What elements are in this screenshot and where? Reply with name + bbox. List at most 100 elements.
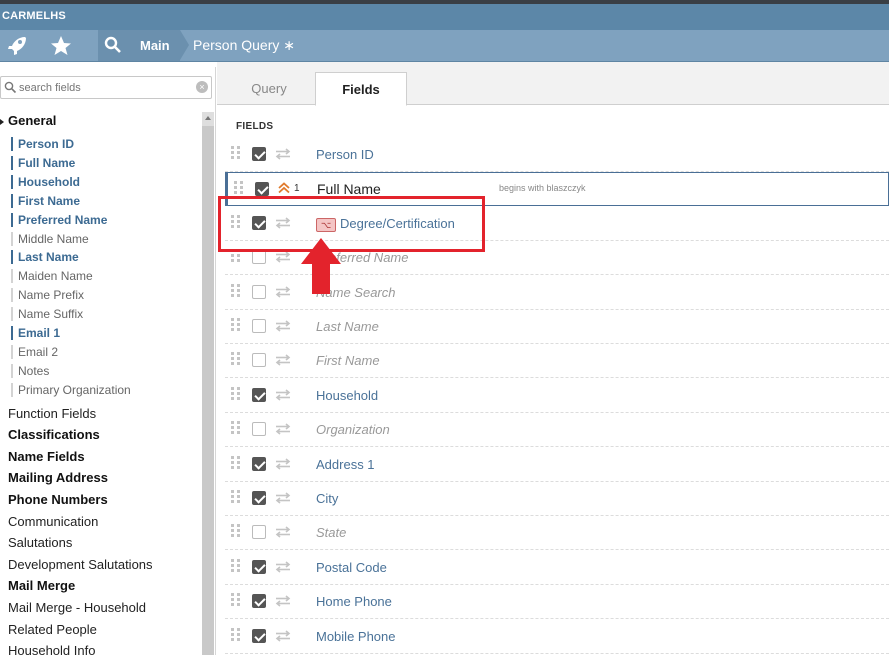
- field-label[interactable]: City: [316, 491, 338, 506]
- sidebar-group[interactable]: Function Fields: [8, 406, 96, 421]
- sort-toggle-icon[interactable]: [275, 285, 291, 298]
- field-checkbox[interactable]: [252, 456, 266, 471]
- field-row[interactable]: Address 1: [225, 448, 889, 482]
- sidebar-group[interactable]: Household Info: [8, 643, 95, 655]
- breadcrumb-main[interactable]: Main: [128, 30, 180, 61]
- star-icon[interactable]: [49, 34, 73, 58]
- sidebar-group[interactable]: Salutations: [8, 535, 72, 550]
- scroll-up-icon[interactable]: [205, 116, 211, 120]
- field-criteria[interactable]: begins with blaszczyk: [499, 183, 586, 193]
- sort-toggle-icon[interactable]: [275, 148, 291, 160]
- tab-query[interactable]: Query: [223, 72, 315, 105]
- sidebar-group[interactable]: Related People: [8, 622, 97, 637]
- drag-handle-icon[interactable]: [231, 318, 241, 332]
- field-label[interactable]: Address 1: [316, 457, 375, 472]
- sort-ascending-icon[interactable]: [278, 182, 290, 194]
- sidebar-group[interactable]: Mail Merge - Household: [8, 600, 146, 615]
- field-checkbox[interactable]: [252, 387, 266, 402]
- tab-fields[interactable]: Fields: [315, 72, 407, 106]
- sidebar-scrollbar[interactable]: [202, 112, 214, 655]
- field-row[interactable]: Last Name: [225, 310, 889, 344]
- sidebar-field-item[interactable]: Middle Name: [11, 231, 89, 246]
- sidebar-field-item[interactable]: Full Name: [11, 155, 75, 170]
- sidebar-field-item[interactable]: Name Suffix: [11, 307, 83, 322]
- field-checkbox[interactable]: [255, 182, 269, 197]
- drag-handle-icon[interactable]: [231, 490, 241, 504]
- field-checkbox[interactable]: [252, 525, 266, 540]
- field-row[interactable]: Home Phone: [225, 585, 889, 620]
- field-checkbox[interactable]: [252, 422, 266, 437]
- field-label[interactable]: Postal Code: [316, 560, 387, 575]
- field-row[interactable]: Person ID: [225, 138, 889, 172]
- sidebar-group[interactable]: Phone Numbers: [8, 492, 108, 507]
- drag-handle-icon[interactable]: [231, 386, 241, 401]
- field-checkbox[interactable]: [252, 250, 266, 265]
- field-checkbox[interactable]: [252, 628, 266, 643]
- group-general[interactable]: General: [8, 113, 56, 128]
- sidebar-field-item[interactable]: Name Prefix: [11, 288, 84, 303]
- sort-toggle-icon[interactable]: [275, 354, 291, 367]
- sidebar-field-item[interactable]: Notes: [11, 363, 49, 378]
- sidebar-field-item[interactable]: Household: [11, 174, 80, 189]
- sort-toggle-icon[interactable]: [275, 320, 291, 332]
- sort-toggle-icon[interactable]: [275, 457, 291, 470]
- field-label[interactable]: Last Name: [316, 319, 379, 334]
- field-label[interactable]: Household: [316, 388, 378, 403]
- sort-toggle-icon[interactable]: [275, 561, 291, 573]
- drag-handle-icon[interactable]: [231, 524, 241, 538]
- field-label[interactable]: Full Name: [317, 181, 381, 197]
- field-row[interactable]: Mobile Phone: [225, 620, 889, 654]
- field-checkbox[interactable]: [252, 319, 266, 333]
- search-button[interactable]: [98, 30, 128, 61]
- search-fields-box[interactable]: ×: [0, 76, 212, 99]
- sort-toggle-icon[interactable]: [275, 629, 291, 642]
- field-row[interactable]: Household: [225, 379, 889, 413]
- drag-handle-icon[interactable]: [231, 146, 241, 160]
- drag-handle-icon[interactable]: [234, 181, 244, 195]
- sidebar-field-item[interactable]: Last Name: [11, 250, 79, 265]
- sidebar-group[interactable]: Communication: [8, 514, 98, 529]
- field-checkbox[interactable]: [252, 353, 266, 368]
- sidebar-field-item[interactable]: Person ID: [11, 137, 74, 151]
- sidebar-field-item[interactable]: Email 1: [11, 326, 60, 340]
- field-row[interactable]: City: [225, 482, 889, 516]
- field-label[interactable]: Mobile Phone: [316, 629, 396, 644]
- sidebar-group[interactable]: Development Salutations: [8, 557, 153, 572]
- sidebar-field-item[interactable]: Preferred Name: [11, 212, 107, 227]
- field-checkbox[interactable]: [252, 559, 266, 574]
- sidebar-field-item[interactable]: First Name: [11, 193, 80, 208]
- field-row[interactable]: Organization: [225, 413, 889, 448]
- field-label[interactable]: First Name: [316, 353, 380, 368]
- sidebar-field-item[interactable]: Email 2: [11, 344, 58, 359]
- drag-handle-icon[interactable]: [231, 352, 241, 366]
- sidebar-group[interactable]: Mailing Address: [8, 470, 108, 485]
- sort-toggle-icon[interactable]: [275, 389, 291, 401]
- sort-toggle-icon[interactable]: [275, 526, 291, 539]
- drag-handle-icon[interactable]: [231, 283, 241, 298]
- sidebar-group[interactable]: Mail Merge: [8, 578, 75, 593]
- sort-toggle-icon[interactable]: [275, 595, 291, 607]
- rocket-icon[interactable]: [5, 34, 29, 58]
- field-checkbox[interactable]: [252, 147, 266, 161]
- drag-handle-icon[interactable]: [231, 627, 241, 642]
- field-row[interactable]: State: [225, 516, 889, 551]
- scrollbar-thumb[interactable]: [202, 126, 214, 655]
- field-checkbox[interactable]: [252, 594, 266, 609]
- clear-icon[interactable]: ×: [196, 81, 208, 93]
- sidebar-group[interactable]: Name Fields: [8, 449, 85, 464]
- field-label[interactable]: State: [316, 525, 346, 540]
- sidebar-field-item[interactable]: Maiden Name: [11, 269, 93, 284]
- field-checkbox[interactable]: [252, 491, 266, 505]
- search-fields-input[interactable]: [19, 80, 189, 96]
- sort-toggle-icon[interactable]: [275, 492, 291, 504]
- drag-handle-icon[interactable]: [231, 421, 241, 435]
- drag-handle-icon[interactable]: [231, 455, 241, 470]
- field-label[interactable]: Organization: [316, 422, 390, 437]
- drag-handle-icon[interactable]: [231, 593, 241, 607]
- sort-toggle-icon[interactable]: [275, 251, 291, 263]
- field-row[interactable]: First Name: [225, 344, 889, 379]
- sidebar-group[interactable]: Classifications: [8, 427, 100, 442]
- sort-toggle-icon[interactable]: [275, 423, 291, 435]
- field-label[interactable]: Home Phone: [316, 594, 392, 609]
- field-checkbox[interactable]: [252, 284, 266, 299]
